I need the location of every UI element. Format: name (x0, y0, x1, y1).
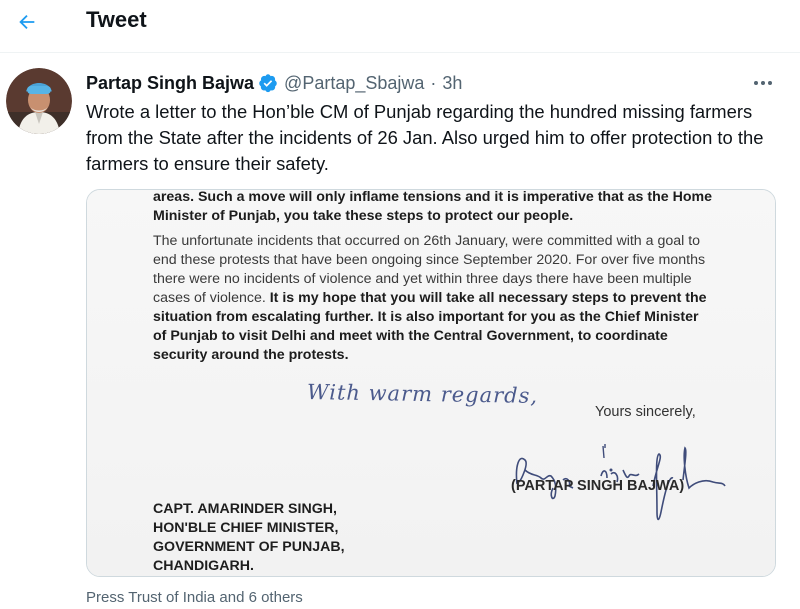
letter-document: areas. Such a move will only inflame ten… (87, 189, 775, 576)
verified-badge-icon (259, 74, 277, 93)
back-button[interactable] (10, 5, 44, 39)
recipient-address: CAPT. AMARINDER SINGH, HON'BLE CHIEF MIN… (153, 500, 345, 576)
tweet-author-row: Partap Singh Bajwa @Partap_Sbajwa · 3h (86, 70, 462, 96)
avatar-image (6, 68, 72, 134)
tweet-media-image[interactable]: areas. Such a move will only inflame ten… (86, 189, 776, 577)
more-options-icon (754, 81, 772, 85)
tweet-time[interactable]: 3h (442, 73, 462, 94)
recipient-line: HON'BLE CHIEF MINISTER, (153, 520, 339, 536)
separator-dot: · (430, 72, 437, 93)
author-name[interactable]: Partap Singh Bajwa (86, 73, 254, 94)
tweet-header: Tweet (0, 0, 800, 53)
author-handle[interactable]: @Partap_Sbajwa (284, 73, 424, 94)
tweet-text: Wrote a letter to the Hon’ble CM of Punj… (86, 101, 764, 174)
handwritten-regards: With warm regards, (306, 379, 539, 409)
more-options-button[interactable] (748, 70, 778, 96)
page-title: Tweet (86, 7, 147, 32)
avatar[interactable] (6, 68, 72, 134)
letter-closing: Yours sincerely, (595, 404, 696, 420)
recipient-line: CAPT. AMARINDER SINGH, (153, 501, 337, 517)
media-source-credit[interactable]: Press Trust of India and 6 others (86, 589, 303, 606)
handwritten-signature (515, 444, 726, 521)
back-arrow-icon (19, 14, 35, 30)
letter-paragraph-1: areas. Such a move will only inflame ten… (153, 189, 712, 224)
letter-paragraph-2: The unfortunate incidents that occurred … (153, 232, 713, 365)
recipient-line: GOVERNMENT OF PUNJAB, (153, 539, 345, 555)
signatory-name: (PARTAP SINGH BAJWA) (511, 478, 685, 494)
recipient-line: CHANDIGARH. (153, 558, 254, 574)
